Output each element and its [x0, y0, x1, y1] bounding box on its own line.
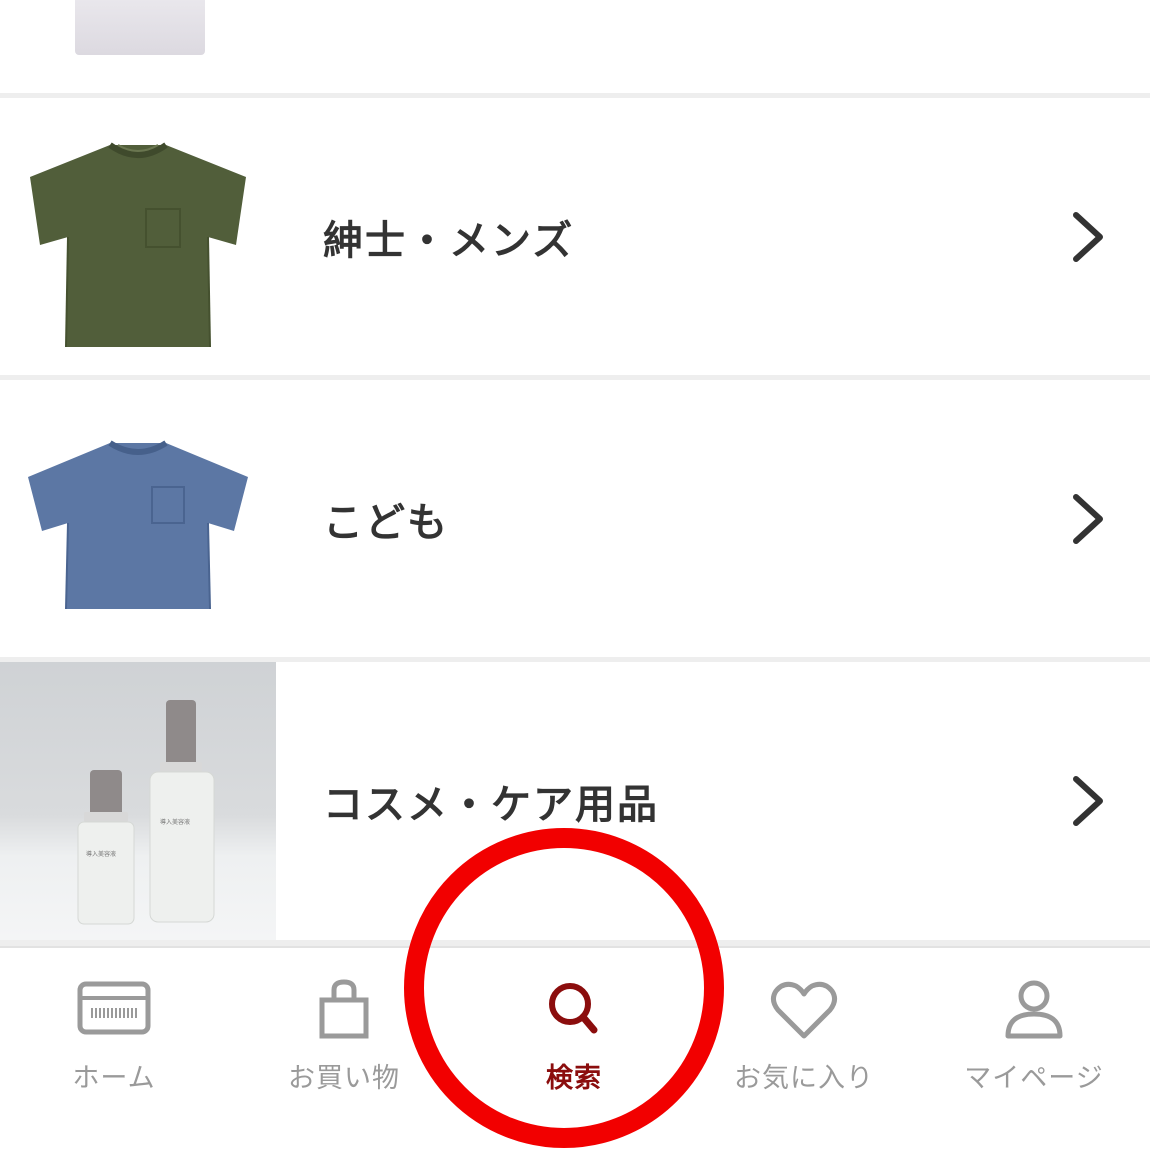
svg-text:導入美容液: 導入美容液 — [86, 850, 116, 858]
mens-product-image — [0, 98, 276, 375]
kids-product-image — [0, 380, 276, 657]
category-row-cosmetics[interactable]: 導入美容液 導入美容液 コスメ・ケア用品 — [0, 662, 1150, 940]
nav-home-label: ホーム — [72, 1063, 156, 1094]
card-icon — [77, 981, 151, 1035]
partial-product-image — [75, 0, 205, 55]
category-row-kids[interactable]: こども — [0, 380, 1150, 657]
nav-search[interactable]: 検索 — [474, 978, 674, 1098]
nav-shopping[interactable]: お買い物 — [244, 978, 444, 1098]
nav-mypage-label: マイページ — [964, 1063, 1104, 1094]
chevron-right-icon — [1073, 776, 1103, 826]
category-label: コスメ・ケア用品 — [323, 782, 659, 828]
search-icon — [549, 983, 598, 1034]
app-screen: 紳士・メンズ こども 導入美容液 導入美容液 コスメ・ケア用品 ホーム お買い物… — [0, 0, 1150, 1150]
shopping-bag-icon — [319, 979, 369, 1039]
category-label: 紳士・メンズ — [323, 217, 575, 264]
bottom-nav-bar: ホーム お買い物 検索 お気に入り マイページ — [0, 946, 1150, 1150]
category-label: こども — [323, 499, 449, 546]
chevron-right-icon — [1073, 211, 1103, 262]
category-row-partial[interactable] — [0, 0, 1150, 93]
nav-shopping-label: お買い物 — [288, 1063, 400, 1094]
category-row-mens[interactable]: 紳士・メンズ — [0, 98, 1150, 375]
nav-mypage[interactable]: マイページ — [934, 978, 1134, 1098]
svg-text:導入美容液: 導入美容液 — [160, 818, 190, 826]
olive-tshirt-image — [30, 142, 246, 347]
nav-home[interactable]: ホーム — [14, 978, 214, 1098]
cosmetic-bottles-image: 導入美容液 導入美容液 — [77, 700, 215, 925]
heart-icon — [770, 981, 838, 1039]
nav-search-label: 検索 — [546, 1063, 602, 1094]
chevron-right-icon — [1073, 493, 1103, 544]
nav-favorites[interactable]: お気に入り — [704, 978, 904, 1098]
user-icon — [1005, 980, 1063, 1039]
cosmetics-product-image: 導入美容液 導入美容液 — [0, 662, 276, 940]
blue-kids-tshirt-image — [28, 439, 248, 609]
nav-favorites-label: お気に入り — [734, 1063, 874, 1094]
